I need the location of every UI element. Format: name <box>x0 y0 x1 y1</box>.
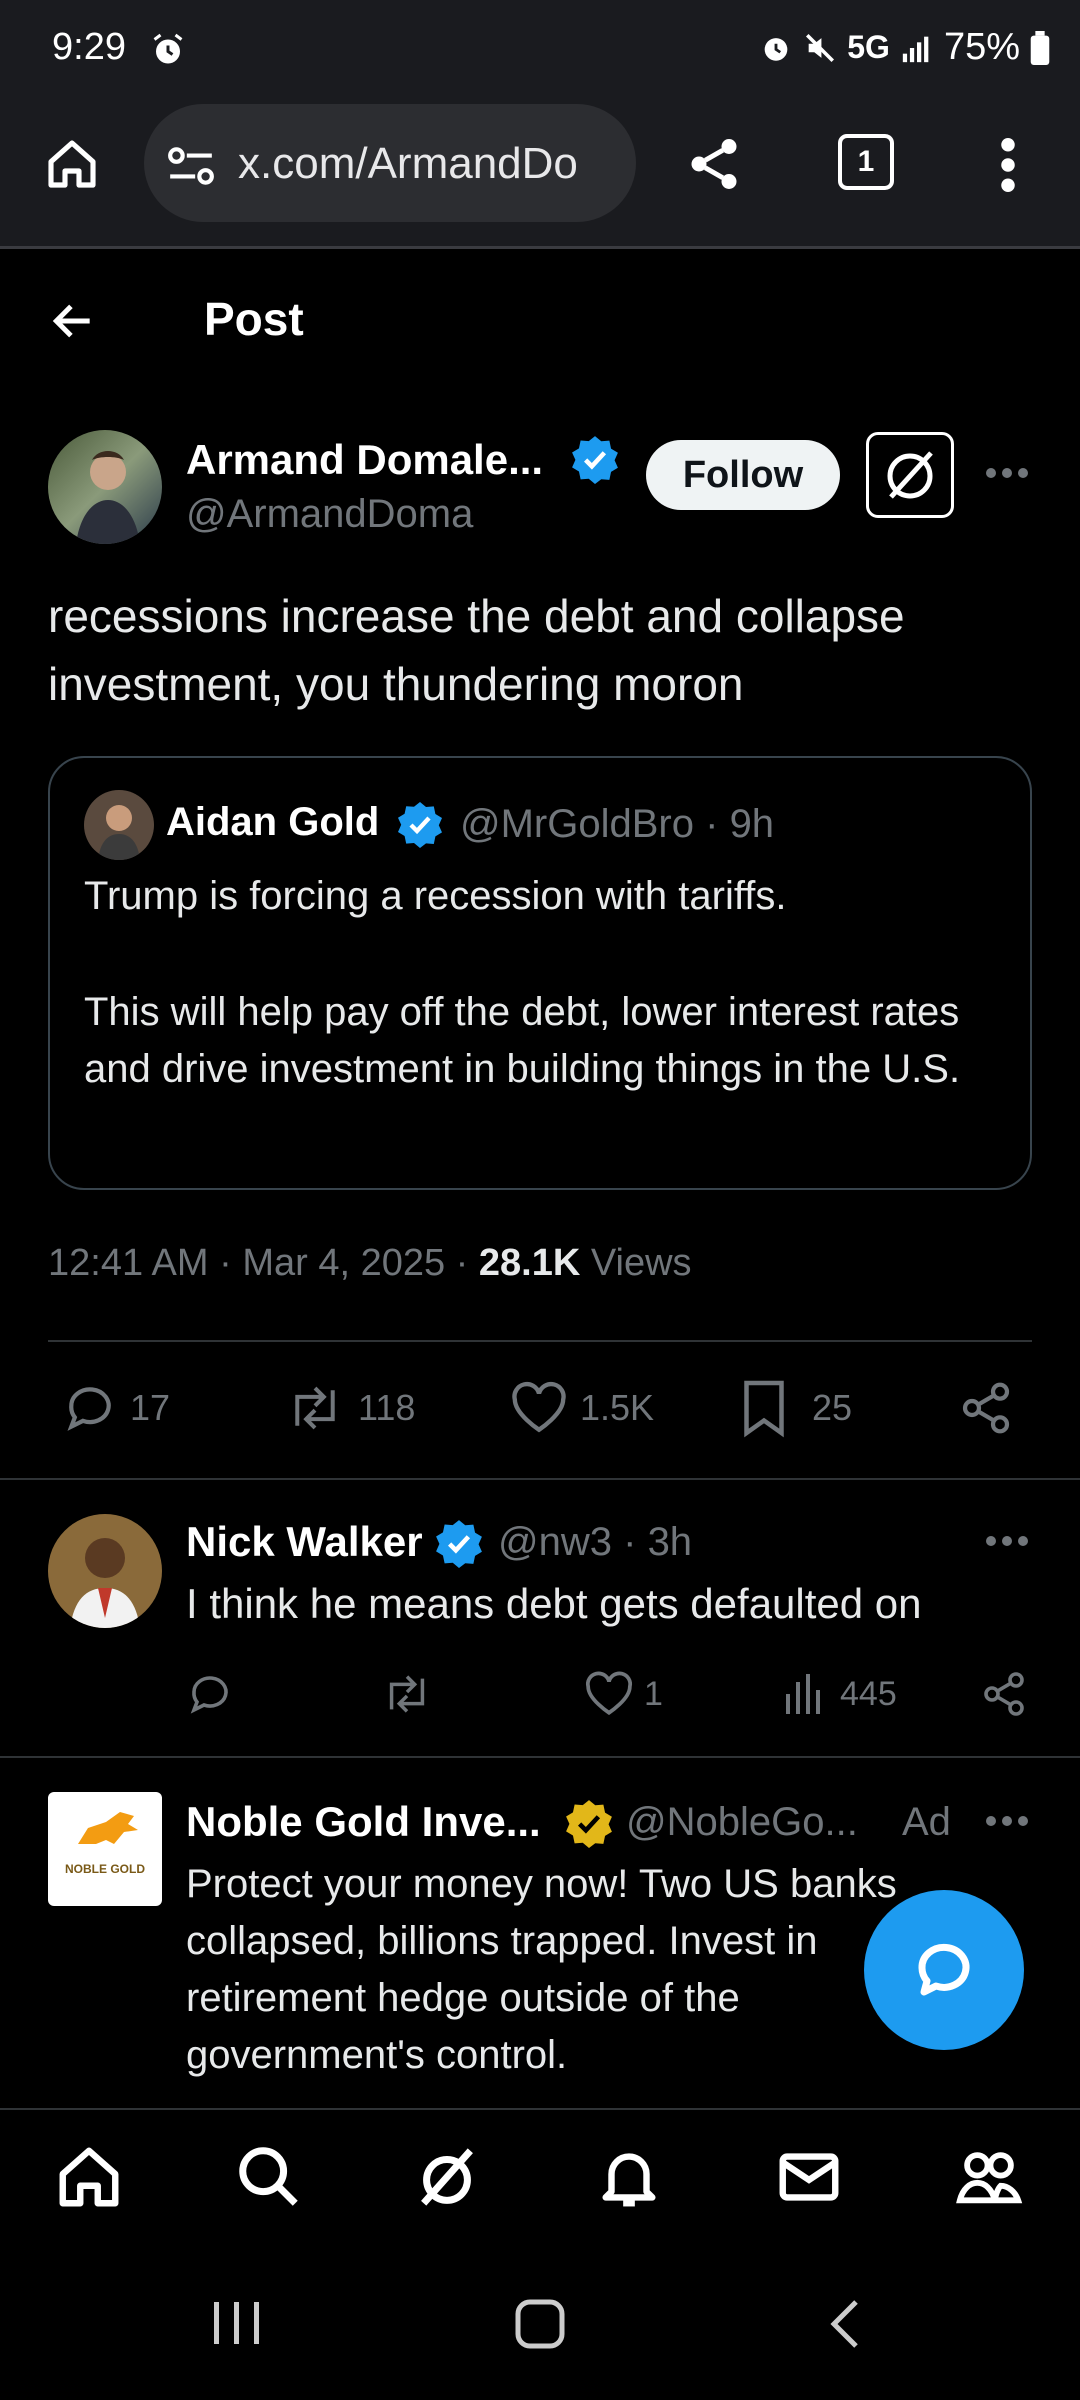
verified-badge-icon <box>434 1518 484 1568</box>
author-name[interactable]: Armand Domale... <box>186 436 543 484</box>
tab-count-button[interactable]: 1 <box>838 134 894 190</box>
reply-repost-icon[interactable] <box>380 1670 434 1718</box>
back-gesture-icon[interactable] <box>826 2298 862 2350</box>
reply-icon <box>67 1387 111 1431</box>
heart-icon <box>585 1671 633 1715</box>
alarm-icon <box>150 32 186 68</box>
nav-notifications-icon[interactable] <box>594 2142 664 2212</box>
ad-logo[interactable]: NOBLE GOLD <box>48 1792 162 1906</box>
bottom-nav <box>0 2108 1080 2226</box>
browser-menu-icon[interactable] <box>998 138 1018 192</box>
battery-label: 75% <box>943 26 1020 68</box>
like-button[interactable]: 1.5K <box>510 1380 654 1436</box>
repost-count: 118 <box>358 1387 416 1428</box>
verified-badge-icon <box>396 800 444 848</box>
reply-share-icon[interactable] <box>980 1670 1028 1718</box>
views-count: 28.1K <box>478 1242 581 1284</box>
divider <box>48 1340 1032 1342</box>
quote-meta: @MrGoldBro · 9h <box>460 802 774 847</box>
reply-more-icon[interactable] <box>984 1534 1030 1548</box>
views-icon <box>786 1674 820 1714</box>
divider <box>0 1478 1080 1480</box>
quote-text-line1: Trump is forcing a recession with tariff… <box>84 874 787 918</box>
ad-author-handle[interactable]: @NobleGo... <box>626 1800 858 1845</box>
post-meta: 12:41 AM · Mar 4, 2025 · 28.1K Views <box>48 1242 692 1285</box>
mute-icon <box>803 31 837 65</box>
bookmark-count: 25 <box>812 1387 853 1428</box>
post-timestamp: 12:41 AM · Mar 4, 2025 · <box>48 1242 479 1284</box>
quote-text-line2: This will help pay off the debt, lower i… <box>84 990 961 1091</box>
quote-separator: · <box>705 802 719 846</box>
reply-meta: @nw3 · 3h <box>498 1520 692 1565</box>
bookmark-button[interactable]: 25 <box>738 1378 852 1438</box>
recent-apps-icon[interactable] <box>210 2298 264 2348</box>
reply-bubble-icon <box>918 1943 970 1996</box>
ad-more-icon[interactable] <box>984 1814 1030 1828</box>
status-right: 5G 75% <box>759 26 1050 69</box>
reply-like-count: 1 <box>644 1674 663 1713</box>
reply-button[interactable]: 17 <box>62 1380 170 1436</box>
divider <box>0 1756 1080 1758</box>
battery-icon <box>1030 30 1050 65</box>
reply-text: I think he means debt gets defaulted on <box>186 1580 922 1627</box>
status-bar: 9:29 5G 75% <box>0 0 1080 100</box>
share-icon[interactable] <box>684 132 744 196</box>
author-handle[interactable]: @ArmandDoma <box>186 492 473 537</box>
nav-messages-icon[interactable] <box>774 2142 844 2212</box>
alarm-icon <box>759 31 793 65</box>
grok-button[interactable] <box>866 432 954 518</box>
site-settings-icon[interactable] <box>166 144 216 188</box>
status-time: 9:29 <box>52 26 126 68</box>
reply-like-button[interactable]: 1 <box>584 1670 663 1718</box>
page-title: Post <box>204 293 304 345</box>
compose-reply-button[interactable] <box>864 1890 1024 2050</box>
nav-communities-icon[interactable] <box>954 2142 1024 2212</box>
verified-gold-badge-icon <box>564 1798 614 1848</box>
signal-icon <box>900 33 934 63</box>
avatar[interactable] <box>48 430 162 544</box>
back-arrow-icon[interactable] <box>48 296 98 346</box>
reply-views-button[interactable]: 445 <box>784 1670 897 1718</box>
url-text[interactable]: x.com/ArmandDo <box>238 139 578 189</box>
repost-button[interactable]: 118 <box>284 1380 415 1436</box>
more-options-icon[interactable] <box>984 466 1030 480</box>
reply-views-count: 445 <box>840 1674 897 1713</box>
reply-author-name[interactable]: Nick Walker <box>186 1518 423 1566</box>
nav-search-icon[interactable] <box>234 2142 304 2212</box>
reply-count: 17 <box>130 1387 171 1428</box>
follow-button[interactable]: Follow <box>646 440 840 510</box>
repost-icon <box>295 1386 335 1430</box>
ad-text: Protect your money now! Two US banks col… <box>186 1862 897 2077</box>
like-count: 1.5K <box>580 1387 655 1428</box>
network-label: 5G <box>847 29 890 65</box>
ad-logo-text: NOBLE GOLD <box>65 1862 145 1876</box>
bookmark-icon <box>744 1380 784 1438</box>
reply-time: 3h <box>647 1520 693 1564</box>
reply-avatar[interactable] <box>48 1514 162 1628</box>
quote-author-handle: @MrGoldBro <box>460 802 694 846</box>
views-label: Views <box>580 1242 692 1284</box>
nav-home-icon[interactable] <box>54 2142 124 2212</box>
reply-separator: · <box>623 1520 637 1564</box>
nav-grok-icon[interactable] <box>412 2142 482 2212</box>
browser-home-icon[interactable] <box>44 136 100 192</box>
share-post-icon[interactable] <box>958 1380 1014 1436</box>
home-gesture-icon[interactable] <box>514 2298 566 2350</box>
quote-avatar <box>84 790 154 860</box>
quote-time: 9h <box>729 802 775 846</box>
reply-reply-icon[interactable] <box>186 1670 234 1718</box>
ad-label: Ad <box>902 1800 951 1844</box>
heart-icon <box>512 1381 566 1433</box>
ad-author-name[interactable]: Noble Gold Inve... <box>186 1798 541 1846</box>
verified-badge-icon <box>570 434 620 484</box>
reply-author-handle: @nw3 <box>498 1520 612 1564</box>
quote-author-name: Aidan Gold <box>166 800 380 844</box>
post-text: recessions increase the debt and collaps… <box>48 590 905 710</box>
